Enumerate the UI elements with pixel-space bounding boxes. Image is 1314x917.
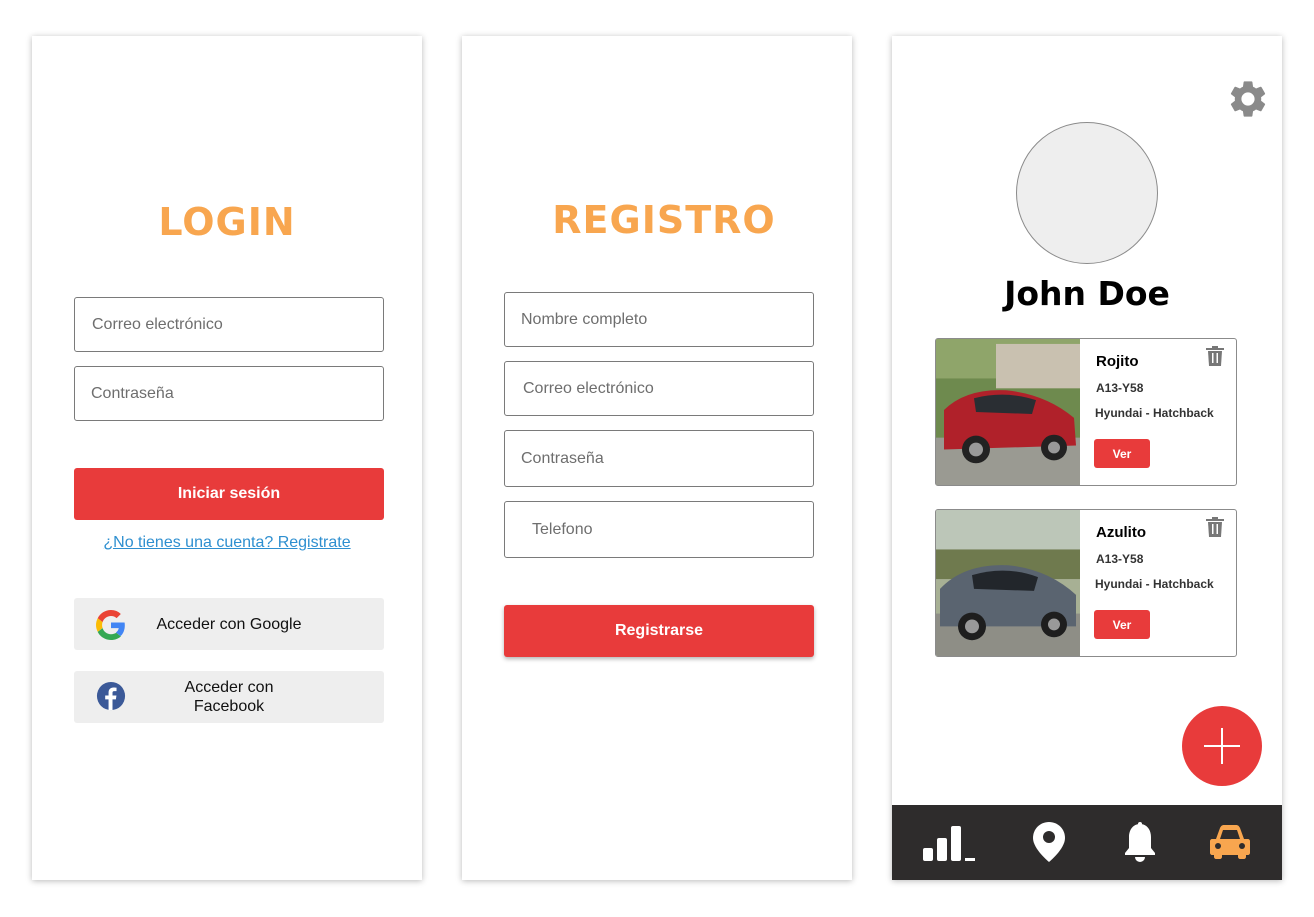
car-model: Hyundai - Hatchback	[1095, 577, 1214, 591]
view-car-button[interactable]: Ver	[1094, 439, 1150, 468]
nav-cars[interactable]	[1200, 819, 1260, 865]
car-photo-gray	[936, 510, 1080, 656]
car-icon	[1210, 825, 1250, 859]
register-email-field[interactable]: Correo electrónico	[504, 361, 814, 416]
car-name: Rojito	[1096, 353, 1139, 370]
google-icon	[96, 610, 125, 640]
profile-screen: John Doe Rojito A13-Y58 Hyundai - Hatchb…	[892, 36, 1282, 880]
car-model: Hyundai - Hatchback	[1095, 406, 1214, 420]
car-card: Rojito A13-Y58 Hyundai - Hatchback Ver	[935, 338, 1237, 486]
google-login-button[interactable]: Acceder con Google	[74, 598, 384, 650]
facebook-icon	[96, 681, 126, 711]
stats-icon	[923, 826, 975, 861]
register-title: REGISTRO	[552, 198, 776, 242]
login-button[interactable]: Iniciar sesión	[74, 468, 384, 520]
register-password-placeholder: Contraseña	[521, 449, 604, 467]
view-car-button[interactable]: Ver	[1094, 610, 1150, 639]
google-login-label: Acceder con Google	[156, 615, 302, 633]
facebook-login-button[interactable]: Acceder con Facebook	[74, 671, 384, 723]
fullname-placeholder: Nombre completo	[521, 310, 648, 328]
nav-notifications[interactable]	[1110, 819, 1170, 865]
bell-icon	[1125, 822, 1155, 862]
car-name: Azulito	[1096, 524, 1146, 541]
plus-icon	[1204, 728, 1240, 764]
phone-field[interactable]: Telefono	[504, 501, 814, 558]
user-name: John Doe	[1004, 274, 1170, 313]
email-placeholder: Correo electrónico	[92, 315, 223, 333]
car-photo-red	[936, 339, 1080, 485]
register-button[interactable]: Registrarse	[504, 605, 814, 657]
register-email-placeholder: Correo electrónico	[523, 379, 654, 397]
register-password-field[interactable]: Contraseña	[504, 430, 814, 487]
fullname-field[interactable]: Nombre completo	[504, 292, 814, 347]
facebook-login-label: Acceder con Facebook	[184, 679, 274, 715]
password-placeholder: Contraseña	[91, 384, 174, 402]
car-card: Azulito A13-Y58 Hyundai - Hatchback Ver	[935, 509, 1237, 657]
add-car-button[interactable]	[1182, 706, 1262, 786]
gear-icon[interactable]	[1226, 77, 1270, 121]
phone-placeholder: Telefono	[532, 520, 593, 538]
trash-icon[interactable]	[1206, 346, 1224, 366]
register-link[interactable]: ¿No tienes una cuenta? Registrate	[32, 534, 422, 552]
login-title: LOGIN	[158, 200, 296, 244]
bottom-nav	[892, 805, 1282, 880]
car-plate: A13-Y58	[1096, 552, 1144, 566]
login-button-label: Iniciar sesión	[177, 485, 281, 502]
car-plate: A13-Y58	[1096, 381, 1144, 395]
nav-location[interactable]	[1019, 819, 1079, 865]
avatar[interactable]	[1016, 122, 1158, 264]
password-field[interactable]: Contraseña	[74, 366, 384, 421]
nav-stats[interactable]	[917, 819, 977, 865]
location-pin-icon	[1033, 822, 1065, 862]
login-screen: LOGIN Correo electrónico Contraseña Inic…	[32, 36, 422, 880]
register-button-label: Registrarse	[614, 622, 704, 639]
email-field[interactable]: Correo electrónico	[74, 297, 384, 352]
trash-icon[interactable]	[1206, 517, 1224, 537]
register-screen: REGISTRO Nombre completo Correo electrón…	[462, 36, 852, 880]
